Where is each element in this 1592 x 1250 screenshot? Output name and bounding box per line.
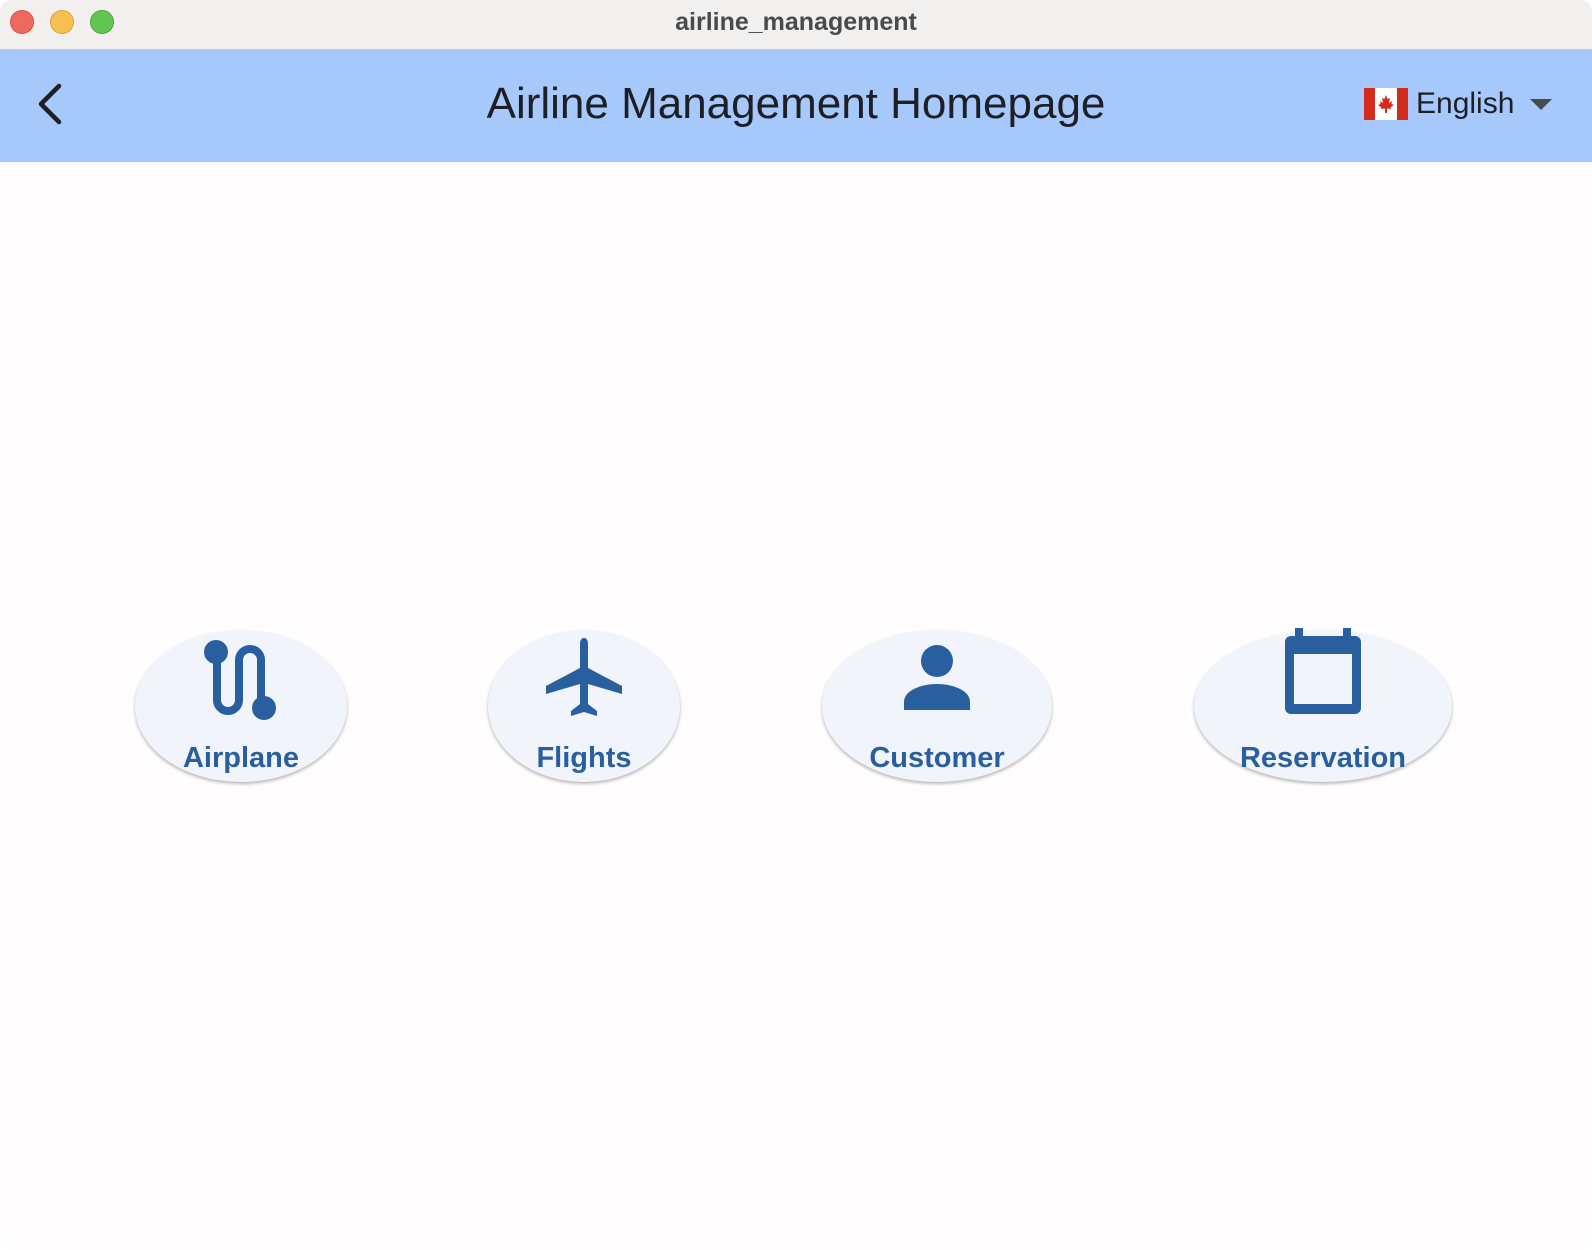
app-bar: Airline Management Homepage English xyxy=(0,50,1592,162)
window-title: airline_management xyxy=(675,8,917,36)
person-icon xyxy=(904,645,970,710)
window-titlebar: airline_management xyxy=(0,0,1592,50)
airplane-icon xyxy=(546,638,622,716)
calendar-icon xyxy=(1285,628,1361,714)
nav-flights-label: Flights xyxy=(536,742,632,774)
nav-airplane-label: Airplane xyxy=(182,742,300,774)
page-title: Airline Management Homepage xyxy=(486,79,1106,128)
route-icon xyxy=(204,640,276,720)
nav-customer-button[interactable]: Customer xyxy=(822,630,1052,782)
nav-customer-label: Customer xyxy=(869,742,1005,774)
language-label: English xyxy=(1416,87,1515,120)
dropdown-arrow-icon xyxy=(1530,98,1553,110)
app-window: airline_management Airline Management Ho… xyxy=(0,0,1592,1250)
language-dropdown[interactable]: English xyxy=(1364,84,1553,124)
nav-reservation-label: Reservation xyxy=(1239,742,1406,774)
canada-flag-icon xyxy=(1364,88,1408,120)
nav-reservation-button[interactable]: Reservation xyxy=(1194,628,1452,782)
nav-airplane-button[interactable]: Airplane xyxy=(135,630,347,782)
nav-flights-button[interactable]: Flights xyxy=(488,630,680,782)
